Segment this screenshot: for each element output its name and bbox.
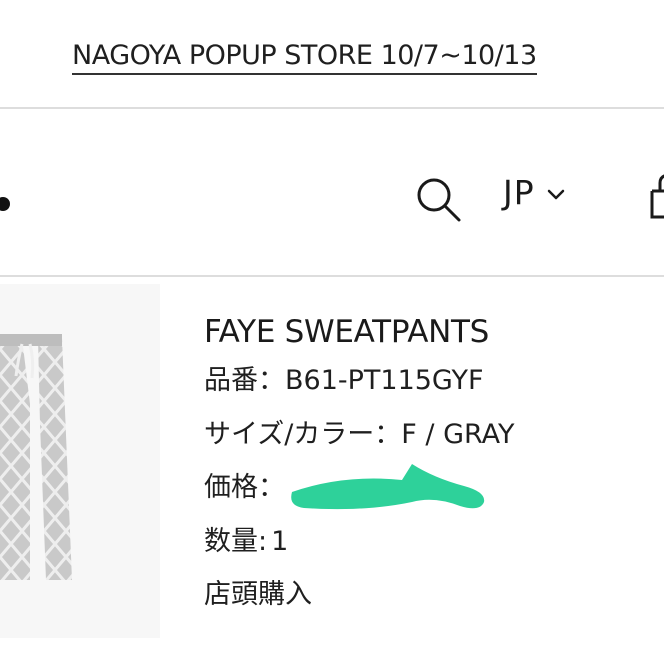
quantity-value: 1 — [271, 525, 289, 557]
quantity-label: 数量: — [204, 525, 268, 557]
chevron-down-icon — [547, 189, 564, 199]
redaction-mark — [291, 464, 485, 510]
search-icon[interactable] — [414, 175, 462, 223]
item-number-row: 品番：B61-PT115GYF — [204, 366, 515, 396]
product-image[interactable] — [0, 284, 160, 638]
locale-selector[interactable]: JP — [503, 173, 565, 212]
item-number-label: 品番： — [204, 365, 285, 396]
site-header: JP — [0, 109, 664, 275]
price-label: 価格： — [204, 472, 285, 503]
quantity-row: 数量: 1 — [204, 525, 515, 557]
divider — [0, 275, 664, 277]
order-detail-page: NAGOYA POPUP STORE 10/7~10/13 JP FAYE SW… — [0, 0, 664, 664]
size-color-row: サイズ/カラー：F / GRAY — [204, 418, 515, 450]
item-number-value: B61-PT115GYF — [285, 365, 484, 396]
announcement-link[interactable]: NAGOYA POPUP STORE 10/7~10/13 — [72, 40, 537, 75]
product-name[interactable]: FAYE SWEATPANTS — [204, 312, 515, 352]
locale-label: JP — [503, 173, 535, 212]
announcement-bar: NAGOYA POPUP STORE 10/7~10/13 — [0, 0, 664, 108]
shopping-bag-icon[interactable] — [648, 171, 664, 221]
size-color-label: サイズ/カラー： — [204, 418, 402, 450]
logo[interactable] — [0, 197, 10, 211]
purchase-type: 店頭購入 — [204, 579, 312, 610]
size-color-value: F / GRAY — [401, 418, 515, 450]
